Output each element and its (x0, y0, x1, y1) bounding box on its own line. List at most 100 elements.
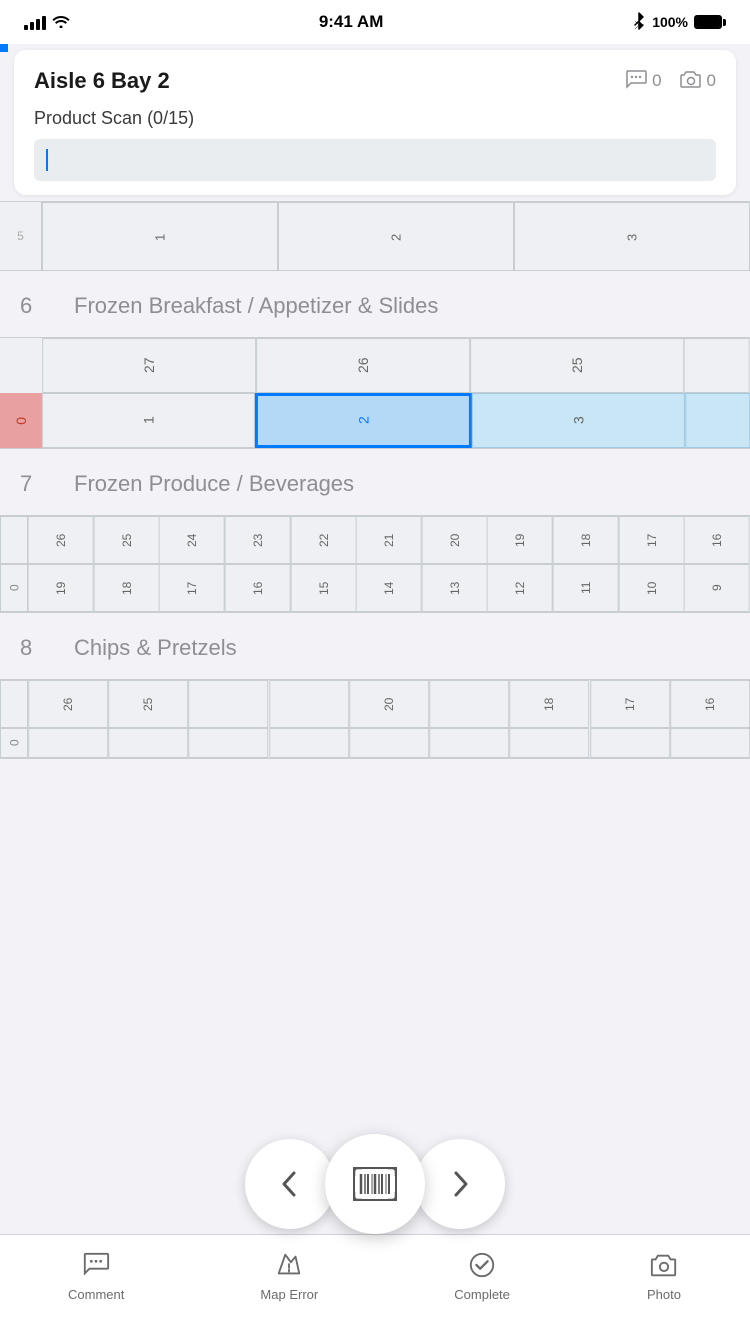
s8-t-18: 18 (509, 680, 589, 728)
s8-b-3 (188, 728, 268, 758)
row-label-0: 0 (0, 393, 42, 448)
aisle-bay-title: Aisle 6 Bay 2 (34, 68, 170, 94)
cell-26: 26 (256, 338, 470, 393)
scan-input-wrapper[interactable] (34, 139, 716, 181)
battery-icon (694, 15, 726, 29)
partial-cells: 1 2 3 (42, 202, 750, 270)
s7-b-18: 18 (94, 564, 160, 612)
tab-photo-label: Photo (647, 1287, 681, 1302)
aisle-7-number: 7 (20, 471, 44, 497)
s7-b-13: 13 (422, 564, 488, 612)
tab-map-error-label: Map Error (260, 1287, 318, 1302)
s8-b-2 (108, 728, 188, 758)
s8-b-5 (349, 728, 429, 758)
blue-accent (0, 44, 8, 52)
s7-t-24: 24 (159, 516, 225, 564)
tab-map-error[interactable]: Map Error (260, 1247, 318, 1302)
tab-photo[interactable]: Photo (646, 1247, 682, 1302)
photo-count: 0 (707, 71, 716, 91)
photo-tab-icon (646, 1247, 682, 1283)
s8-t-17: 17 (590, 680, 670, 728)
s7-t-20: 20 (422, 516, 488, 564)
s7-b-11: 11 (553, 564, 619, 612)
partial-top-grid: 5 1 2 3 (0, 201, 750, 271)
shelf-6-bottom-row: 1 2 3 (42, 393, 750, 448)
aisle-7-name: Frozen Produce / Beverages (74, 471, 354, 497)
shelf-7-side-label (0, 516, 28, 564)
tab-complete-label: Complete (454, 1287, 510, 1302)
wifi-icon (52, 14, 70, 31)
signal-icon (24, 14, 46, 30)
bottom-area: Comment Map Error Complete (0, 1124, 750, 1334)
cell-1: 1 (42, 393, 255, 448)
s8-b-7 (509, 728, 589, 758)
partial-side-label: 5 (0, 202, 42, 270)
s7-t-26: 26 (28, 516, 94, 564)
aisle-6-name: Frozen Breakfast / Appetizer & Slides (74, 293, 438, 319)
s7-t-18: 18 (553, 516, 619, 564)
shelf-6-cols: 27 26 25 1 2 3 (42, 338, 750, 448)
status-left (24, 14, 70, 31)
cell-25: 25 (470, 338, 684, 393)
s7-b-15: 15 (291, 564, 357, 612)
partial-cell-1: 1 (42, 202, 278, 271)
s7-t-21: 21 (356, 516, 422, 564)
s8-t-x6 (429, 680, 509, 728)
s8-t-16: 16 (670, 680, 750, 728)
bluetooth-icon (632, 12, 646, 33)
s8-t-25: 25 (108, 680, 188, 728)
partial-cell-2: 2 (278, 202, 514, 271)
aisle-8-name: Chips & Pretzels (74, 635, 237, 661)
s8-t-26: 26 (28, 680, 108, 728)
comment-count-group: 0 (625, 69, 661, 94)
shelf-8-top-cells: 26 25 20 18 17 16 (28, 680, 750, 728)
photo-count-group: 0 (680, 70, 716, 93)
cell-2-active[interactable]: 2 (255, 393, 472, 448)
s7-t-23: 23 (225, 516, 291, 564)
status-time: 9:41 AM (319, 12, 384, 32)
shelf-grid-6: 0 27 26 25 1 2 3 (0, 337, 750, 449)
s7-t-17: 17 (619, 516, 685, 564)
tab-complete[interactable]: Complete (454, 1247, 510, 1302)
shelf-6-top-row: 27 26 25 (42, 338, 750, 393)
tab-bar: Comment Map Error Complete (0, 1234, 750, 1334)
prev-bay-button[interactable] (245, 1139, 335, 1229)
shelf-grid-8: 26 25 20 18 17 16 0 (0, 679, 750, 759)
shelf-7-top-cells: 26 25 24 23 22 21 20 19 18 17 16 (28, 516, 750, 564)
shelf-7-bot-cells: 19 18 17 16 15 14 13 12 11 10 9 (28, 564, 750, 612)
map-error-tab-icon (271, 1247, 307, 1283)
row-label-top (0, 338, 42, 393)
s7-t-22: 22 (291, 516, 357, 564)
aisle-8-label: 8 Chips & Pretzels (0, 613, 750, 679)
row-labels-6: 0 (0, 338, 42, 448)
cell-27: 27 (42, 338, 256, 393)
shelf-grid-7: 26 25 24 23 22 21 20 19 18 17 16 0 19 18… (0, 515, 750, 613)
shelf-8-bot-row: 0 (0, 728, 750, 758)
tab-comment[interactable]: Comment (68, 1247, 124, 1302)
aisle-6-number: 6 (20, 293, 44, 319)
s7-b-14: 14 (356, 564, 422, 612)
aisle-6-label: 6 Frozen Breakfast / Appetizer & Slides (0, 271, 750, 337)
shelf-7-side-label-b: 0 (0, 564, 28, 612)
s7-b-17: 17 (159, 564, 225, 612)
s8-b-4 (269, 728, 349, 758)
camera-icon (680, 70, 702, 93)
header-card: Aisle 6 Bay 2 0 (14, 50, 736, 195)
s7-t-19: 19 (487, 516, 553, 564)
status-right: 100% (632, 12, 726, 33)
cell-top-extra (684, 338, 750, 393)
scan-barcode-button[interactable] (325, 1134, 425, 1234)
partial-cell-3: 3 (514, 202, 750, 271)
next-bay-button[interactable] (415, 1139, 505, 1229)
shelf-8-bot-cells (28, 728, 750, 758)
s8-b-1 (28, 728, 108, 758)
s8-t-20: 20 (349, 680, 429, 728)
s7-b-12: 12 (487, 564, 553, 612)
header-action-icons: 0 0 (625, 69, 716, 94)
shelf-7-bottom-row: 0 19 18 17 16 15 14 13 12 11 10 9 (0, 564, 750, 612)
product-scan-label: Product Scan (0/15) (34, 108, 716, 129)
tab-comment-label: Comment (68, 1287, 124, 1302)
s8-t-x3 (188, 680, 268, 728)
comment-tab-icon (78, 1247, 114, 1283)
s7-t-16: 16 (684, 516, 750, 564)
